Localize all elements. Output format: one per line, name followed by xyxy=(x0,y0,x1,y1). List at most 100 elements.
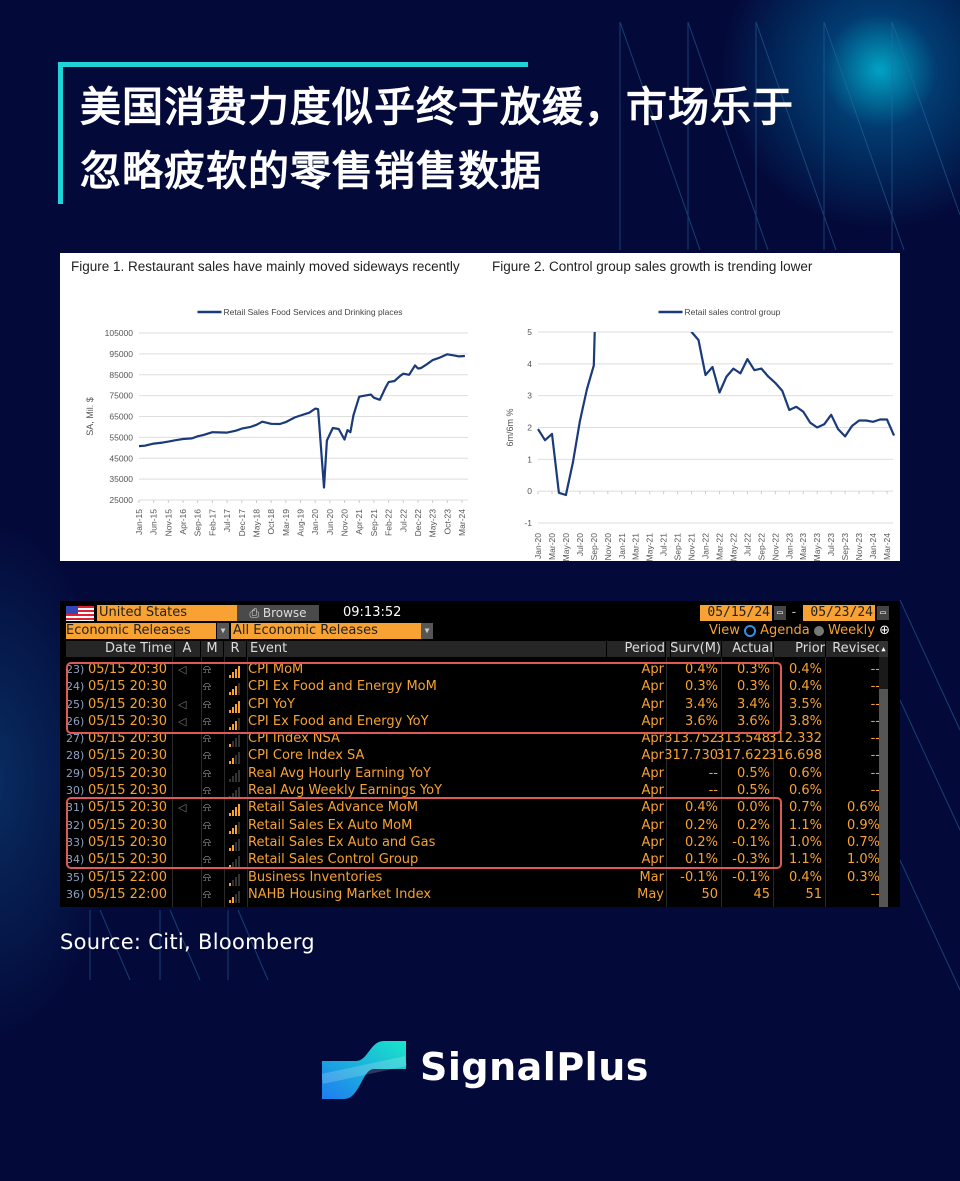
calendar-icon[interactable]: ▭ xyxy=(877,606,889,620)
col-survey[interactable]: Surv(M) xyxy=(666,641,722,657)
row-revised: 1.0% xyxy=(846,852,880,868)
row-revised: 0.7% xyxy=(846,834,880,850)
row-prior: 3.5% xyxy=(788,696,822,712)
row-event[interactable]: Real Avg Hourly Earning YoY xyxy=(248,765,431,782)
col-prior[interactable]: Prior xyxy=(775,641,826,657)
row-prior: 0.4% xyxy=(788,869,822,885)
chevron-down-icon[interactable]: ▼ xyxy=(217,623,229,639)
row-period: May xyxy=(637,886,664,902)
row-prior: 0.7% xyxy=(788,800,822,816)
row-event[interactable]: CPI Core Index SA xyxy=(248,747,364,764)
table-row[interactable]: 36) 05/15 22:00 ⍾ NAHB Housing Market Index… xyxy=(66,886,886,903)
row-prior: 1.1% xyxy=(788,817,822,833)
y-axis-label: SA, Mil. $ xyxy=(85,397,95,436)
bell-icon[interactable]: ⍾ xyxy=(203,765,211,782)
browse-label: Browse xyxy=(262,606,307,620)
zoom-search-icon[interactable]: ⊕ xyxy=(879,623,890,638)
y-tick-label: 75000 xyxy=(109,391,133,401)
y-tick-label: -1 xyxy=(524,518,532,528)
table-row[interactable]: 29) 05/15 20:30 ⍾ Real Avg Hourly Earning Y… xyxy=(66,765,886,782)
y-tick-label: 35000 xyxy=(109,474,133,484)
y-tick-label: 85000 xyxy=(109,370,133,380)
date-to-field[interactable]: 05/23/24 xyxy=(803,605,875,621)
row-revised: 0.6% xyxy=(846,800,880,816)
clock: 09:13:52 xyxy=(343,605,402,620)
row-prior: 0.6% xyxy=(788,783,822,799)
relevance-bars-icon xyxy=(229,886,241,903)
y-tick-label: 25000 xyxy=(109,495,133,505)
page-title-line1: 美国消费力度似乎终于放缓，市场乐于 xyxy=(80,83,794,131)
category-select[interactable]: Economic Releases xyxy=(66,623,216,639)
row-survey: -- xyxy=(708,765,718,781)
col-actual[interactable]: Actual xyxy=(723,641,774,657)
y-tick-label: 105000 xyxy=(105,328,134,338)
signalplus-logo-icon xyxy=(322,1041,408,1099)
view-option-weekly[interactable]: Weekly xyxy=(828,623,875,638)
y-tick-label: 2 xyxy=(527,423,532,433)
y-tick-label: 3 xyxy=(527,391,532,401)
series-line xyxy=(537,332,895,497)
x-tick-label: Dec-17 xyxy=(237,509,247,537)
x-tick-label: Jun-15 xyxy=(149,509,159,535)
col-relevance[interactable]: R xyxy=(224,641,247,657)
bell-icon[interactable]: ⍾ xyxy=(203,886,211,903)
x-tick-label: Mar-21 xyxy=(631,533,641,560)
y-tick-label: 55000 xyxy=(109,432,133,442)
x-tick-label: Aug-19 xyxy=(296,509,306,537)
terminal-toolbar: United States ⎙ Browse 09:13:52 05/15/24… xyxy=(60,605,900,621)
radio-weekly[interactable] xyxy=(813,625,824,636)
x-tick-label: Jul-22 xyxy=(742,533,752,556)
row-prior: 1.1% xyxy=(788,852,822,868)
table-row[interactable]: 28) 05/15 20:30 ⍾ CPI Core Index SA Apr 317.7… xyxy=(66,747,886,765)
table-row[interactable]: 35) 05/15 22:00 ⍾ Business Inventories Mar -0… xyxy=(66,869,886,886)
x-tick-label: Mar-23 xyxy=(798,533,808,560)
relevance-bars-icon xyxy=(229,869,241,886)
scrollbar[interactable]: ▲ xyxy=(879,641,888,907)
col-alert[interactable]: A xyxy=(174,641,201,657)
y-tick-label: 95000 xyxy=(109,349,133,359)
highlight-retail-group xyxy=(66,797,782,869)
title-accent-bar-left xyxy=(58,62,63,204)
chevron-down-icon[interactable]: ▼ xyxy=(421,623,433,639)
radio-agenda[interactable] xyxy=(744,624,756,637)
x-tick-label: Mar-20 xyxy=(547,533,557,560)
calendar-icon[interactable]: ▭ xyxy=(774,606,786,620)
country-field[interactable]: United States xyxy=(97,605,237,621)
row-actual: 317.622 xyxy=(716,748,770,764)
view-option-agenda[interactable]: Agenda xyxy=(760,623,810,638)
row-event[interactable]: NAHB Housing Market Index xyxy=(248,886,431,903)
x-tick-label: Apr-16 xyxy=(178,509,188,535)
x-tick-label: Sep-16 xyxy=(193,509,203,537)
y-tick-label: 65000 xyxy=(109,412,133,422)
col-monitor[interactable]: M xyxy=(201,641,224,657)
scroll-up-arrow-icon[interactable]: ▲ xyxy=(879,641,888,657)
us-flag-icon xyxy=(66,606,94,621)
row-prior: 0.4% xyxy=(788,679,822,695)
scroll-thumb[interactable] xyxy=(879,657,888,689)
date-from-field[interactable]: 05/15/24 xyxy=(700,605,772,621)
x-tick-label: Jul-17 xyxy=(222,509,232,532)
filter-select[interactable]: All Economic Releases xyxy=(231,623,423,639)
bloomberg-terminal: United States ⎙ Browse 09:13:52 05/15/24… xyxy=(60,601,900,907)
row-datetime: 05/15 20:30 xyxy=(88,748,168,764)
figure-1-title: Figure 1. Restaurant sales have mainly m… xyxy=(71,259,460,274)
x-tick-label: Apr-21 xyxy=(354,509,364,535)
x-tick-label: Jun-20 xyxy=(325,509,335,535)
browse-button[interactable]: ⎙ Browse xyxy=(237,605,319,621)
row-datetime: 05/15 20:30 xyxy=(88,765,168,781)
y-tick-label: 45000 xyxy=(109,453,133,463)
bell-icon[interactable]: ⍾ xyxy=(203,747,211,764)
relevance-bars-icon xyxy=(229,747,241,765)
bell-icon[interactable]: ⍾ xyxy=(203,869,211,886)
col-revised[interactable]: Revised xyxy=(827,641,884,657)
col-period[interactable]: Period xyxy=(606,641,666,657)
x-tick-label: Oct-18 xyxy=(266,509,276,535)
x-tick-label: May-23 xyxy=(812,533,822,561)
row-event[interactable]: Business Inventories xyxy=(248,869,382,886)
figure-2: Figure 2. Control group sales growth is … xyxy=(480,253,900,561)
x-tick-label: Jan-22 xyxy=(701,533,711,559)
col-datetime[interactable]: Date Time xyxy=(66,641,175,657)
x-tick-label: Nov-21 xyxy=(687,533,697,561)
browse-icon: ⎙ xyxy=(249,606,263,620)
x-tick-label: Jan-15 xyxy=(134,509,144,535)
